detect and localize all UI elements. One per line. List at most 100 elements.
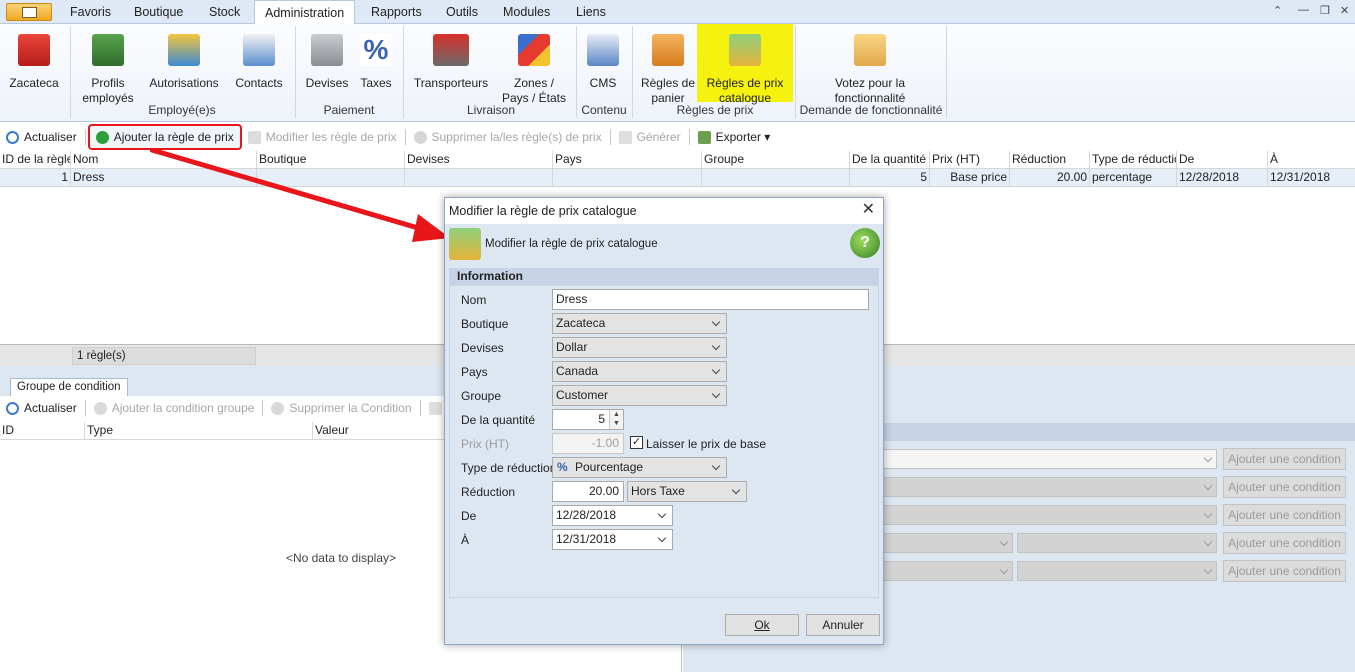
profils-employes-button[interactable]: Profils employés xyxy=(76,28,140,106)
column-header[interactable]: Nom xyxy=(71,151,257,169)
taxes-label: Taxes xyxy=(360,76,392,90)
export-button[interactable]: Exporter ▾ xyxy=(692,126,777,148)
column-header[interactable]: Pays xyxy=(553,151,702,169)
nom-field[interactable]: Dress xyxy=(552,289,869,310)
app-menu-icon xyxy=(22,7,37,18)
generate-button[interactable]: Générer xyxy=(613,126,687,148)
tab-groupe-condition[interactable]: Groupe de condition xyxy=(10,378,128,396)
minimize-icon[interactable]: — xyxy=(1298,4,1309,16)
type-reduction-label: Type de réduction xyxy=(461,461,557,475)
devises-label: Devises xyxy=(461,341,504,355)
edit-icon xyxy=(428,401,442,415)
restore-icon[interactable]: ❐ xyxy=(1320,4,1330,17)
de-date-picker[interactable]: 12/28/2018 xyxy=(552,505,673,526)
delete-rule-button[interactable]: Supprimer la/les règle(s) de prix xyxy=(408,126,608,148)
group-contenu-label: Contenu xyxy=(581,103,627,117)
menu-bar: Favoris Boutique Stock Administration Ra… xyxy=(0,0,1355,25)
column-header[interactable]: Devises xyxy=(405,151,553,169)
boutique-select[interactable]: Zacateca xyxy=(552,313,727,334)
tab-rapports[interactable]: Rapports xyxy=(367,0,426,24)
quantite-stepper[interactable]: 5 ▲ ▼ xyxy=(552,409,624,430)
tab-boutique[interactable]: Boutique xyxy=(130,0,187,24)
add-condition-button[interactable]: Ajouter une condition xyxy=(1223,476,1346,498)
pays-select[interactable]: Canada xyxy=(552,361,727,382)
taxes-button[interactable]: % Taxes xyxy=(356,28,396,91)
column-header[interactable]: De xyxy=(1177,151,1268,169)
cms-button[interactable]: CMS xyxy=(582,28,624,91)
column-header[interactable]: Type xyxy=(85,422,313,440)
devises-select[interactable]: Dollar xyxy=(552,337,727,358)
information-section-header: Information xyxy=(449,268,879,286)
dialog-close-icon[interactable]: ✕ xyxy=(862,202,875,218)
contacts-button[interactable]: Contacts xyxy=(230,28,288,91)
regles-catalogue-button[interactable]: Règles de prix catalogue xyxy=(700,28,790,106)
collapse-ribbon-icon[interactable]: ⌃ xyxy=(1273,4,1282,17)
add-condition-button[interactable]: Ajouter une condition xyxy=(1223,560,1346,582)
reduction-field[interactable]: 20.00 xyxy=(552,481,624,502)
regles-panier-button[interactable]: Règles de panier xyxy=(638,28,698,106)
column-header[interactable]: Boutique xyxy=(257,151,405,169)
column-header[interactable]: De la quantité xyxy=(850,151,930,169)
refresh-button[interactable]: Actualiser xyxy=(0,126,83,148)
autorisations-button[interactable]: Autorisations xyxy=(144,28,224,91)
org-chart-icon xyxy=(92,34,124,66)
group-paiement-label: Paiement xyxy=(323,103,375,117)
cart-percent-icon xyxy=(652,34,684,66)
zones-button[interactable]: Zones / Pays / États xyxy=(498,28,570,106)
column-header[interactable]: Réduction xyxy=(1010,151,1090,169)
tab-stock[interactable]: Stock xyxy=(205,0,244,24)
cell-boutique xyxy=(257,169,405,187)
tab-outils[interactable]: Outils xyxy=(442,0,482,24)
tab-modules[interactable]: Modules xyxy=(499,0,554,24)
add-icon xyxy=(93,401,107,415)
dialog-header-label: Modifier la règle de prix catalogue xyxy=(485,238,658,250)
type-reduction-select[interactable]: % Pourcentage xyxy=(552,457,727,478)
edit-rule-button[interactable]: Modifier les règle de prix xyxy=(242,126,403,148)
column-header[interactable]: ID de la règle xyxy=(0,151,71,169)
tab-favoris[interactable]: Favoris xyxy=(66,0,115,24)
table-row[interactable]: 1 Dress 5 Base price 20.00 percentage 12… xyxy=(0,169,1355,187)
spinner-icon[interactable]: ▲ ▼ xyxy=(609,410,623,429)
quantite-label: De la quantité xyxy=(461,413,536,427)
condition-select[interactable] xyxy=(1017,561,1217,581)
ribbon: Zacateca Profils employés Autorisations … xyxy=(0,24,1355,122)
column-header[interactable]: Groupe xyxy=(702,151,850,169)
add-rule-button[interactable]: Ajouter la règle de prix xyxy=(87,124,242,150)
group-livraison-label: Livraison xyxy=(466,103,516,117)
cell-de: 12/28/2018 xyxy=(1177,169,1268,187)
cancel-button[interactable]: Annuler xyxy=(806,614,880,636)
column-header[interactable]: ID xyxy=(0,422,85,440)
add-condition-group-button[interactable]: Ajouter la condition groupe xyxy=(88,397,261,419)
group-demande-label: Demande de fonctionnalité xyxy=(799,103,943,117)
votez-button[interactable]: Votez pour la fonctionnalité xyxy=(800,28,940,106)
a-date-picker[interactable]: 12/31/2018 xyxy=(552,529,673,550)
cell-prix: Base price xyxy=(930,169,1010,187)
thumbs-up-icon xyxy=(854,34,886,66)
zacateca-button[interactable]: Zacateca xyxy=(4,28,64,91)
contacts-label: Contacts xyxy=(235,76,283,90)
tab-administration[interactable]: Administration xyxy=(254,0,356,25)
help-icon[interactable]: ? xyxy=(850,228,880,258)
add-condition-button[interactable]: Ajouter une condition xyxy=(1223,448,1346,470)
add-condition-button[interactable]: Ajouter une condition xyxy=(1223,532,1346,554)
column-header[interactable]: À xyxy=(1268,151,1355,169)
taxe-select[interactable]: Hors Taxe xyxy=(627,481,747,502)
devises-button[interactable]: Devises xyxy=(302,28,352,91)
ok-button[interactable]: Ok xyxy=(725,614,799,636)
refresh-conditions-button[interactable]: Actualiser xyxy=(0,397,83,419)
delete-condition-button[interactable]: Supprimer la Condition xyxy=(265,397,417,419)
add-condition-button[interactable]: Ajouter une condition xyxy=(1223,504,1346,526)
condition-select[interactable] xyxy=(1017,533,1217,553)
transporteurs-button[interactable]: Transporteurs xyxy=(410,28,492,91)
laisser-prix-checkbox[interactable]: ✓ xyxy=(630,436,643,449)
prix-field[interactable]: -1.00 xyxy=(552,433,624,454)
tab-liens[interactable]: Liens xyxy=(572,0,610,24)
close-icon[interactable]: ✕ xyxy=(1340,4,1349,17)
group-regles-label: Règles de prix xyxy=(676,103,754,117)
refresh-icon xyxy=(6,401,19,415)
groupe-select[interactable]: Customer xyxy=(552,385,727,406)
column-header[interactable]: Type de réductio xyxy=(1090,151,1177,169)
column-header[interactable]: Prix (HT) xyxy=(930,151,1010,169)
group-employes-label: Employé(e)s xyxy=(148,103,216,117)
app-menu-button[interactable] xyxy=(6,3,52,21)
